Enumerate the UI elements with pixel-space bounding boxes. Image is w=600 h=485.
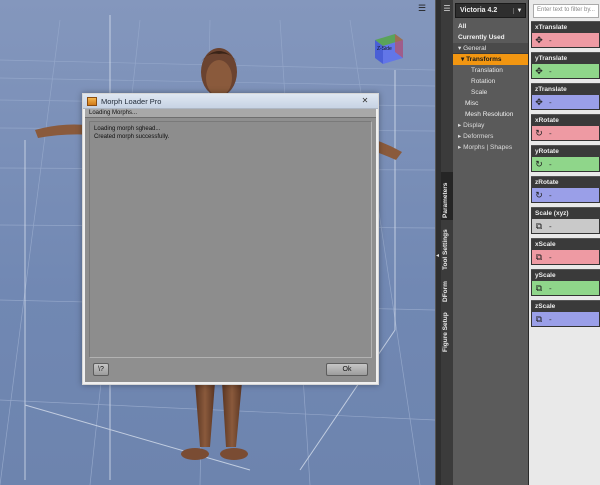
close-button[interactable]: ✕ (356, 96, 374, 107)
tab-label: Parameters (442, 182, 449, 218)
scale-icon: ⧉ (535, 314, 543, 324)
parameter-item: yTranslate ✥ - (531, 52, 600, 83)
group-row[interactable]: Currently Used (453, 32, 528, 43)
group-row[interactable]: ▾ Transforms (453, 54, 528, 65)
parameter-item: xScale ⧉ - (531, 238, 600, 269)
tab-label: Tool Settings (442, 229, 449, 270)
figure-selector[interactable]: Victoria 4.2 ▼ (455, 3, 526, 18)
filter-input[interactable]: Enter text to filter by... (533, 4, 599, 18)
parameter-slider[interactable]: ⧉ - (531, 312, 600, 327)
dialog-titlebar[interactable]: Morph Loader Pro ✕ (83, 94, 378, 109)
tab-parameters[interactable]: Parameters (441, 172, 453, 220)
parameter-slider[interactable]: ⧉ - (531, 219, 600, 234)
slider-value-dash: - (549, 283, 552, 293)
parameter-label: xScale (531, 238, 600, 250)
parameter-label: zRotate (531, 176, 600, 188)
help-button[interactable]: \? (93, 363, 109, 376)
group-row[interactable]: ▸ Deformers (453, 131, 528, 142)
slider-value-dash: - (549, 97, 552, 107)
ok-button[interactable]: Ok (326, 363, 368, 376)
parameter-item: Scale (xyz) ⧉ - (531, 207, 600, 238)
parameter-label: Scale (xyz) (531, 207, 600, 219)
parameter-item: xTranslate ✥ - (531, 21, 600, 52)
parameter-item: yRotate ↻ - (531, 145, 600, 176)
tab-dform[interactable]: DForm (441, 276, 453, 304)
morph-loader-dialog[interactable]: Morph Loader Pro ✕ Loading Morphs... Loa… (82, 93, 379, 385)
scale-icon: ⧉ (535, 283, 543, 293)
parameter-slider[interactable]: ✥ - (531, 95, 600, 110)
parameter-slider[interactable]: ✥ - (531, 64, 600, 79)
group-row[interactable]: All (453, 21, 528, 32)
slider-value-dash: - (549, 66, 552, 76)
rotate-icon: ↻ (535, 128, 543, 138)
parameter-slider[interactable]: ⧉ - (531, 281, 600, 296)
orientation-cube[interactable]: Z-Side (371, 32, 405, 66)
status-text: Loading Morphs... (85, 109, 376, 118)
parameter-label: zScale (531, 300, 600, 312)
tab-figure-setup[interactable]: Figure Setup (441, 308, 453, 354)
log-line: Loading morph sghead... (94, 126, 161, 132)
group-tree-empty-area (453, 160, 528, 485)
group-row[interactable]: Misc (453, 98, 528, 109)
slider-value-dash: - (549, 128, 552, 138)
group-tree: All Currently Used ▾ General ▾ Transforms Tr… (453, 21, 528, 153)
group-row[interactable]: ▸ Morphs | Shapes (453, 142, 528, 153)
move-icon: ✥ (535, 66, 543, 76)
parameter-item: yScale ⧉ - (531, 269, 600, 300)
tab-label: Figure Setup (442, 312, 449, 352)
group-row[interactable]: ▾ General (453, 43, 528, 54)
scale-icon: ⧉ (535, 221, 543, 231)
parameter-label: xTranslate (531, 21, 600, 33)
tab-tool-settings[interactable]: Tool Settings (441, 224, 453, 272)
group-row[interactable]: Scale (453, 87, 528, 98)
parameters-pane: Enter text to filter by... xTranslate ✥ - y… (529, 0, 600, 485)
app-icon (87, 96, 97, 106)
parameter-list: xTranslate ✥ - yTranslate ✥ - zTranslate ✥ - xRot… (529, 21, 600, 331)
parameter-label: zTranslate (531, 83, 600, 95)
scale-icon: ⧉ (535, 252, 543, 262)
group-row[interactable]: Translation (453, 65, 528, 76)
group-row[interactable]: Mesh Resolution (453, 109, 528, 120)
collapse-arrow-icon[interactable]: ◂ (436, 252, 439, 259)
figure-selector-value: Victoria 4.2 (460, 7, 498, 14)
parameter-groups-pane: Victoria 4.2 ▼ All Currently Used ▾ Genera… (453, 0, 529, 485)
parameter-item: xRotate ↻ - (531, 114, 600, 145)
parameter-label: yTranslate (531, 52, 600, 64)
parameter-item: zScale ⧉ - (531, 300, 600, 331)
parameter-slider[interactable]: ⧉ - (531, 250, 600, 265)
group-row[interactable]: ▸ Display (453, 120, 528, 131)
parameter-slider[interactable]: ↻ - (531, 188, 600, 203)
slider-value-dash: - (549, 314, 552, 324)
parameter-slider[interactable]: ✥ - (531, 33, 600, 48)
parameter-label: xRotate (531, 114, 600, 126)
slider-value-dash: - (549, 35, 552, 45)
viewport-menu-icon[interactable]: ☰ (418, 3, 430, 13)
dialog-title: Morph Loader Pro (101, 96, 162, 106)
panel-menu-icon[interactable]: ☰ (442, 4, 452, 14)
move-icon: ✥ (535, 97, 543, 107)
chevron-down-icon[interactable]: ▼ (513, 7, 525, 14)
dialog-body: Loading Morphs... Loading morph sghead..… (85, 109, 376, 382)
move-icon: ✥ (535, 35, 543, 45)
parameter-slider[interactable]: ↻ - (531, 157, 600, 172)
parameter-label: yScale (531, 269, 600, 281)
log-area[interactable]: Loading morph sghead... Created morph su… (89, 121, 372, 358)
side-tab-bar: ☰ Parameters Tool Settings DForm Figure … (441, 0, 453, 485)
slider-value-dash: - (549, 190, 552, 200)
parameter-label: yRotate (531, 145, 600, 157)
parameter-slider[interactable]: ↻ - (531, 126, 600, 141)
slider-value-dash: - (549, 159, 552, 169)
slider-value-dash: - (549, 221, 552, 231)
parameter-item: zRotate ↻ - (531, 176, 600, 207)
cube-label: Z-Side (377, 46, 392, 52)
tab-label: DForm (442, 281, 449, 302)
rotate-icon: ↻ (535, 190, 543, 200)
parameter-item: zTranslate ✥ - (531, 83, 600, 114)
slider-value-dash: - (549, 252, 552, 262)
rotate-icon: ↻ (535, 159, 543, 169)
log-line: Created morph successfully. (94, 134, 170, 140)
group-row[interactable]: Rotation (453, 76, 528, 87)
